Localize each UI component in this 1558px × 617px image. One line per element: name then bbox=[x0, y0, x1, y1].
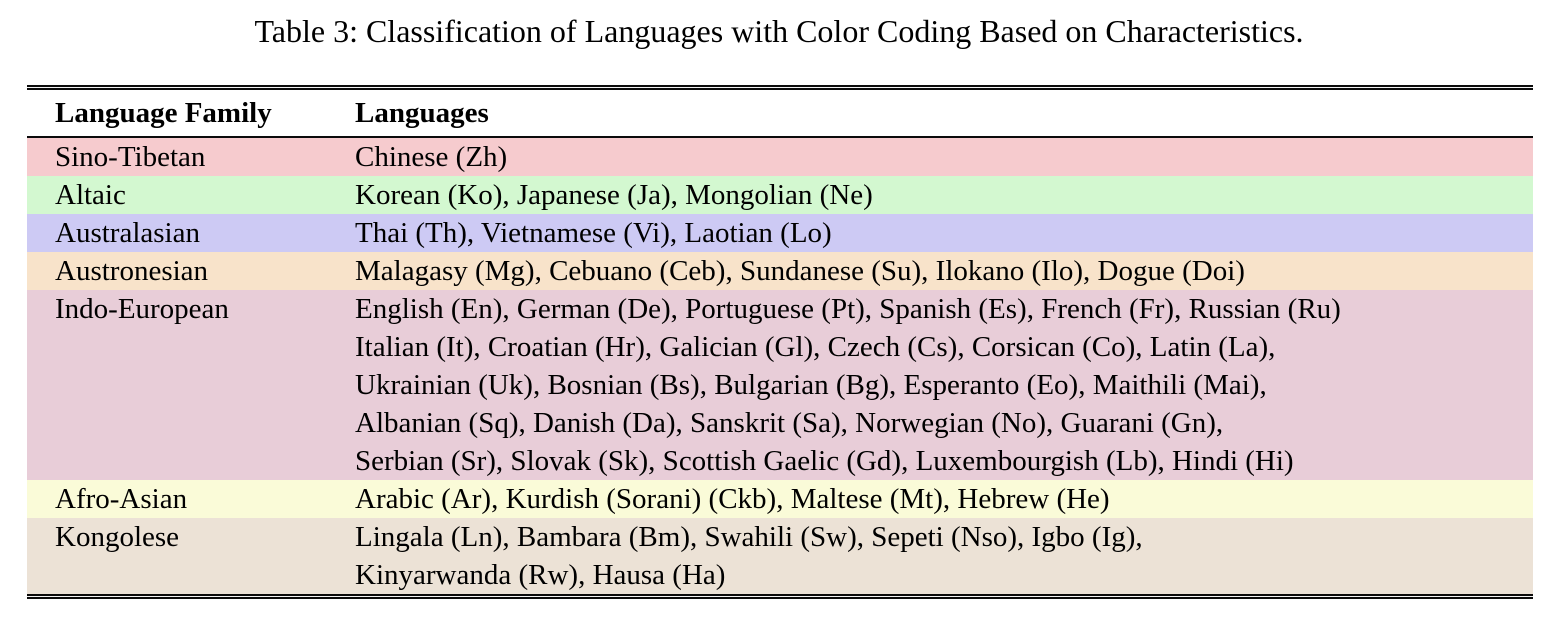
languages-cell: Chinese (Zh) bbox=[355, 138, 1533, 176]
family-cell: Altaic bbox=[27, 176, 355, 214]
languages-cell: Korean (Ko), Japanese (Ja), Mongolian (N… bbox=[355, 176, 1533, 214]
table-row-afro-asian: Afro-Asian Arabic (Ar), Kurdish (Sorani)… bbox=[27, 480, 1533, 518]
table-row-indo-european: Indo-European English (En), German (De),… bbox=[27, 290, 1533, 480]
languages-cell: English (En), German (De), Portuguese (P… bbox=[355, 290, 1533, 480]
column-header-language-family: Language Family bbox=[27, 90, 355, 136]
family-cell: Sino-Tibetan bbox=[27, 138, 355, 176]
table-caption: Table 3: Classification of Languages wit… bbox=[0, 0, 1558, 51]
family-cell: Indo-European bbox=[27, 290, 355, 328]
family-cell: Afro-Asian bbox=[27, 480, 355, 518]
languages-cell: Thai (Th), Vietnamese (Vi), Laotian (Lo) bbox=[355, 214, 1533, 252]
languages-cell: Arabic (Ar), Kurdish (Sorani) (Ckb), Mal… bbox=[355, 480, 1533, 518]
languages-cell: Malagasy (Mg), Cebuano (Ceb), Sundanese … bbox=[355, 252, 1533, 290]
table-row-sino-tibetan: Sino-Tibetan Chinese (Zh) bbox=[27, 138, 1533, 176]
table-row-kongolese: Kongolese Lingala (Ln), Bambara (Bm), Sw… bbox=[27, 518, 1533, 594]
classification-table: Language Family Languages Sino-Tibetan C… bbox=[27, 85, 1533, 599]
languages-cell: Lingala (Ln), Bambara (Bm), Swahili (Sw)… bbox=[355, 518, 1533, 594]
table-header-row: Language Family Languages bbox=[27, 90, 1533, 136]
family-cell: Austronesian bbox=[27, 252, 355, 290]
table-row-altaic: Altaic Korean (Ko), Japanese (Ja), Mongo… bbox=[27, 176, 1533, 214]
column-header-languages: Languages bbox=[355, 90, 1533, 136]
bottom-rule bbox=[27, 594, 1533, 599]
table-row-australasian: Australasian Thai (Th), Vietnamese (Vi),… bbox=[27, 214, 1533, 252]
table-row-austronesian: Austronesian Malagasy (Mg), Cebuano (Ceb… bbox=[27, 252, 1533, 290]
family-cell: Kongolese bbox=[27, 518, 355, 556]
family-cell: Australasian bbox=[27, 214, 355, 252]
